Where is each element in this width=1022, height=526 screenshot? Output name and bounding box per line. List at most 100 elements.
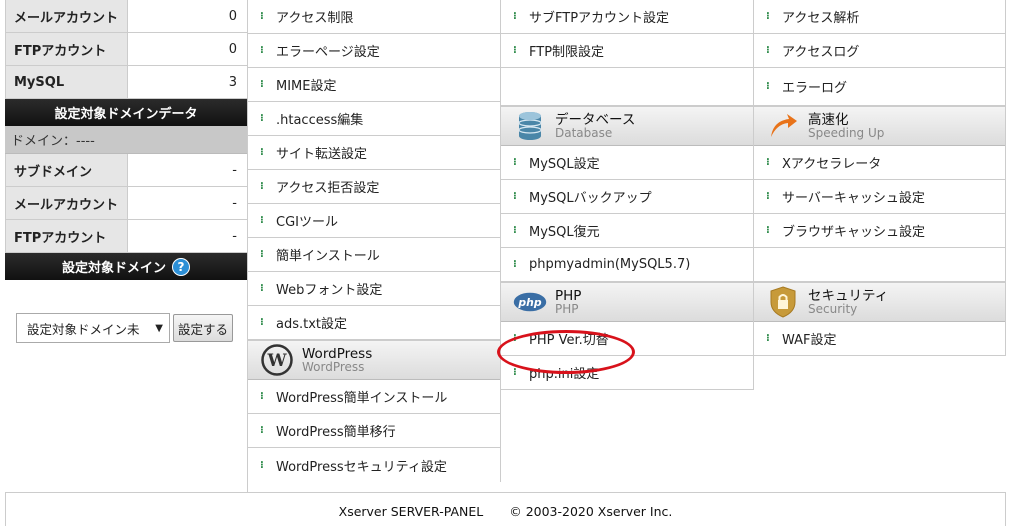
menu-item-mysql-settings[interactable]: MySQL設定 xyxy=(501,146,753,180)
domain-select-value: 設定対象ドメイン未 xyxy=(27,321,140,337)
arrow-icon xyxy=(260,249,270,260)
arrow-icon xyxy=(766,45,776,56)
menu-column-2: サブFTPアカウント設定 FTP制限設定 データベース Database MyS… xyxy=(501,0,754,390)
stat-value: 3 xyxy=(228,74,237,90)
section-header-database: データベース Database xyxy=(501,106,753,146)
menu-item-access-analysis[interactable]: アクセス解析 xyxy=(754,0,1005,34)
lock-icon xyxy=(766,286,800,318)
menu-item-site-redirect[interactable]: サイト転送設定 xyxy=(248,136,500,170)
menu-item-label: php.ini設定 xyxy=(529,367,600,382)
menu-item-access-deny[interactable]: アクセス拒否設定 xyxy=(248,170,500,204)
menu-item-access-log[interactable]: アクセスログ xyxy=(754,34,1005,68)
menu-item-x-accelerator[interactable]: Xアクセラレータ xyxy=(754,146,1005,180)
stat-label: FTPアカウント xyxy=(5,33,128,65)
menu-item-htaccess[interactable]: .htaccess編集 xyxy=(248,102,500,136)
section-subtitle: WordPress xyxy=(302,359,365,374)
menu-item-label: WordPress簡単移行 xyxy=(276,425,396,440)
menu-item-phpmyadmin[interactable]: phpmyadmin(MySQL5.7) xyxy=(501,248,753,282)
section-title: データベース xyxy=(555,111,636,128)
footer-copyright: © 2003-2020 Xserver Inc. xyxy=(509,504,673,519)
menu-item-wp-install[interactable]: WordPress簡単インストール xyxy=(248,380,500,414)
stat-row-domain-mail: メールアカウント - xyxy=(5,187,247,220)
menu-item-waf[interactable]: WAF設定 xyxy=(754,322,1005,356)
help-icon[interactable]: ? xyxy=(172,257,190,276)
arrow-icon xyxy=(513,191,523,202)
target-domain-header-label: 設定対象ドメイン xyxy=(61,261,166,276)
domain-select[interactable]: 設定対象ドメイン未 ▼ xyxy=(16,313,170,343)
menu-item-easy-install[interactable]: 簡単インストール xyxy=(248,238,500,272)
arrow-icon xyxy=(766,191,776,202)
speed-arrow-icon xyxy=(766,111,800,141)
svg-text:php: php xyxy=(517,296,541,309)
stat-label: メールアカウント xyxy=(5,187,128,219)
arrow-icon xyxy=(260,79,270,90)
menu-item-mysql-restore[interactable]: MySQL復元 xyxy=(501,214,753,248)
menu-item-access-restriction[interactable]: アクセス制限 xyxy=(248,0,500,34)
arrow-icon xyxy=(513,367,523,378)
section-header-php: php PHP PHP xyxy=(501,282,753,322)
menu-item-label: サブFTPアカウント設定 xyxy=(529,11,670,26)
menu-item-php-version-switch[interactable]: PHP Ver.切替 xyxy=(501,322,753,356)
menu-item-label: ブラウザキャッシュ設定 xyxy=(782,225,926,240)
menu-item-mime[interactable]: MIME設定 xyxy=(248,68,500,102)
menu-column-3: アクセス解析 アクセスログ エラーログ 高速化 Speeding Up Xアクセ… xyxy=(754,0,1006,356)
section-title: 高速化 xyxy=(808,111,849,128)
arrow-icon xyxy=(260,460,270,471)
stat-row-mail: メールアカウント 0 xyxy=(5,0,247,33)
menu-item-label: サイト転送設定 xyxy=(276,147,368,162)
stat-value: - xyxy=(232,228,237,244)
section-subtitle: Speeding Up xyxy=(808,125,885,140)
svg-text:W: W xyxy=(266,351,287,371)
menu-item-cgi-tool[interactable]: CGIツール xyxy=(248,204,500,238)
menu-item-label: ads.txt設定 xyxy=(276,317,348,332)
domain-data-header-label: 設定対象ドメインデータ xyxy=(54,107,198,122)
menu-item-error-log[interactable]: エラーログ xyxy=(754,68,1005,106)
menu-item-error-page[interactable]: エラーページ設定 xyxy=(248,34,500,68)
menu-item-wp-migrate[interactable]: WordPress簡単移行 xyxy=(248,414,500,448)
menu-item-label: アクセス制限 xyxy=(276,11,354,26)
arrow-icon xyxy=(513,333,523,344)
menu-item-label: WAF設定 xyxy=(782,333,837,348)
domain-data-header: 設定対象ドメインデータ xyxy=(5,99,247,126)
arrow-icon xyxy=(260,113,270,124)
stat-label: MySQL xyxy=(5,66,128,98)
section-title: セキュリティ xyxy=(808,287,889,304)
arrow-icon xyxy=(766,157,776,168)
stat-value: - xyxy=(232,162,237,178)
arrow-icon xyxy=(260,283,270,294)
arrow-icon xyxy=(260,215,270,226)
menu-item-label: Webフォント設定 xyxy=(276,283,383,298)
menu-item-ads-txt[interactable]: ads.txt設定 xyxy=(248,306,500,340)
section-header-wordpress: W WordPress WordPress xyxy=(248,340,500,380)
arrow-icon xyxy=(513,225,523,236)
arrow-icon xyxy=(260,181,270,192)
menu-item-wp-security[interactable]: WordPressセキュリティ設定 xyxy=(248,448,500,482)
stat-label: メールアカウント xyxy=(5,0,128,32)
sidebar: メールアカウント 0 FTPアカウント 0 MySQL 3 設定対象ドメインデー… xyxy=(5,0,248,492)
menu-item-mysql-backup[interactable]: MySQLバックアップ xyxy=(501,180,753,214)
set-domain-button[interactable]: 設定する xyxy=(173,314,234,342)
menu-item-server-cache[interactable]: サーバーキャッシュ設定 xyxy=(754,180,1005,214)
menu-item-php-ini[interactable]: php.ini設定 xyxy=(501,356,753,390)
menu-item-label: WordPress簡単インストール xyxy=(276,391,448,406)
menu-item-web-font[interactable]: Webフォント設定 xyxy=(248,272,500,306)
menu-item-label: MIME設定 xyxy=(276,79,337,94)
section-header-speed: 高速化 Speeding Up xyxy=(754,106,1005,146)
menu-item-label: MySQL設定 xyxy=(529,157,600,172)
stat-label: サブドメイン xyxy=(5,154,128,186)
wordpress-icon: W xyxy=(260,344,294,376)
stat-row-subdomain: サブドメイン - xyxy=(5,154,247,187)
section-subtitle: PHP xyxy=(555,301,579,316)
arrow-icon xyxy=(260,147,270,158)
target-domain-header: 設定対象ドメイン ? xyxy=(5,253,247,280)
menu-item-browser-cache[interactable]: ブラウザキャッシュ設定 xyxy=(754,214,1005,248)
menu-item-sub-ftp[interactable]: サブFTPアカウント設定 xyxy=(501,0,753,34)
menu-item-ftp-restriction[interactable]: FTP制限設定 xyxy=(501,34,753,68)
section-title: WordPress xyxy=(302,345,373,362)
menu-item-label: アクセス拒否設定 xyxy=(276,181,380,196)
chevron-down-icon: ▼ xyxy=(155,322,163,334)
arrow-icon xyxy=(513,11,523,22)
arrow-icon xyxy=(513,45,523,56)
menu-item-label: FTP制限設定 xyxy=(529,45,605,60)
menu-item-label: PHP Ver.切替 xyxy=(529,333,609,348)
